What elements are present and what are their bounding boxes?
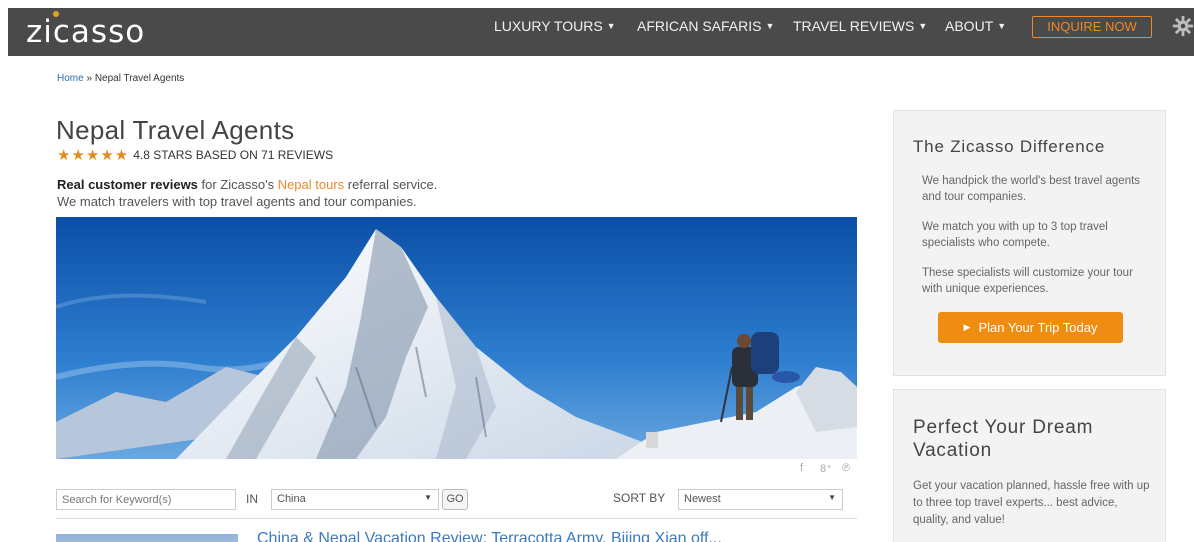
panel-text: Get your vacation planned, hassle free w…: [913, 480, 1150, 526]
divider: [56, 518, 857, 519]
top-navigation-bar: zicasso LUXURY TOURS ▼ AFRICAN SAFARIS ▼ T…: [8, 8, 1194, 56]
rating-summary: ★★★★★ 4.8 STARS BASED ON 71 REVIEWS: [57, 146, 333, 164]
panel-text-3: These specialists will customize your to…: [922, 267, 1133, 295]
rating-text: 4.8 STARS BASED ON 71 REVIEWS: [133, 148, 334, 162]
nav-travel-reviews-label: TRAVEL REVIEWS: [793, 18, 915, 34]
chevron-down-icon: ▼: [765, 21, 775, 31]
panel-title: The Zicasso Difference: [913, 137, 1106, 156]
mountain-trekker-photo: [56, 217, 857, 459]
sort-select-value: Newest: [684, 493, 721, 505]
logo-dot-icon: [53, 11, 59, 17]
sort-select[interactable]: Newest ▼: [678, 489, 843, 510]
hero-image: [56, 217, 857, 459]
dream-vacation-panel: Perfect Your Dream Vacation Get your vac…: [893, 389, 1166, 542]
breadcrumb: Home » Nepal Travel Agents: [57, 73, 184, 84]
intro-mid: for Zicasso's: [197, 177, 278, 192]
chevron-down-icon: ▼: [918, 21, 928, 31]
breadcrumb-separator: »: [83, 73, 95, 84]
nav-about[interactable]: ABOUT ▼: [945, 18, 1006, 34]
intro-text: Real customer reviews for Zicasso's Nepa…: [57, 176, 437, 210]
star-rating-icon: ★★★★★: [57, 147, 130, 164]
breadcrumb-home-link[interactable]: Home: [57, 73, 84, 84]
zicasso-logo[interactable]: zicasso: [26, 14, 145, 50]
nav-travel-reviews[interactable]: TRAVEL REVIEWS ▼: [793, 18, 927, 34]
sort-by-label: SORT BY: [613, 491, 666, 505]
panel-title: Perfect Your Dream Vacation: [913, 417, 1094, 461]
breadcrumb-current: Nepal Travel Agents: [94, 73, 185, 84]
nav-african-safaris-label: AFRICAN SAFARIS: [637, 18, 762, 34]
review-title-link[interactable]: China & Nepal Vacation Review: Terracott…: [257, 530, 722, 542]
pinterest-icon[interactable]: ℗: [842, 462, 850, 474]
intro-line2: We match travelers with top travel agent…: [57, 194, 417, 209]
panel-text-2: We match you with up to 3 top travel spe…: [922, 221, 1108, 249]
gear-icon[interactable]: [1172, 15, 1194, 37]
intro-bold: Real customer reviews: [57, 177, 198, 192]
nav-luxury-tours-label: LUXURY TOURS: [494, 18, 603, 34]
review-thumbnail[interactable]: [56, 534, 238, 542]
dropdown-arrow-icon: ▼: [828, 493, 836, 502]
plan-your-trip-label: Plan Your Trip Today: [978, 320, 1098, 335]
dropdown-arrow-icon: ▼: [424, 493, 432, 502]
in-label: IN: [246, 492, 258, 506]
nav-african-safaris[interactable]: AFRICAN SAFARIS ▼: [637, 18, 774, 34]
google-plus-icon[interactable]: 8⁺: [820, 462, 832, 475]
panel-text-1: We handpick the world's best travel agen…: [922, 175, 1141, 203]
intro-end: referral service.: [344, 177, 438, 192]
chevron-right-icon: ▶: [963, 322, 971, 332]
nav-luxury-tours[interactable]: LUXURY TOURS ▼: [494, 18, 616, 34]
facebook-icon[interactable]: f: [800, 462, 803, 474]
country-select-value: China: [277, 493, 306, 505]
inquire-now-button[interactable]: INQUIRE NOW: [1032, 16, 1152, 38]
chevron-down-icon: ▼: [606, 21, 616, 31]
nepal-tours-link[interactable]: Nepal tours: [278, 177, 344, 192]
country-select[interactable]: China ▼: [271, 489, 439, 510]
page-title: Nepal Travel Agents: [56, 115, 295, 145]
plan-your-trip-button[interactable]: ▶ Plan Your Trip Today: [938, 312, 1123, 343]
nav-about-label: ABOUT: [945, 18, 994, 34]
chevron-down-icon: ▼: [997, 21, 1007, 31]
zicasso-difference-panel: The Zicasso Difference We handpick the w…: [893, 110, 1166, 376]
go-button[interactable]: GO: [442, 489, 468, 510]
keyword-search-input[interactable]: [56, 489, 236, 510]
